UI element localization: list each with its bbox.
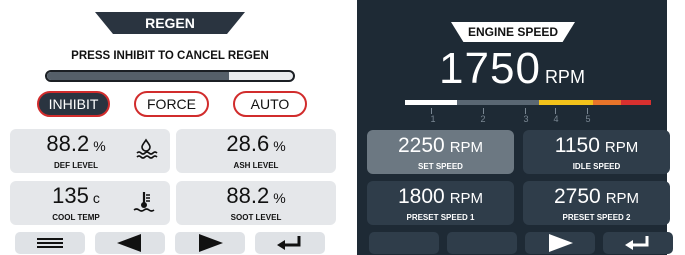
- enter-icon: [625, 236, 649, 250]
- regen-panel: REGEN PRESS INHIBIT TO CANCEL REGEN INHI…: [0, 0, 340, 255]
- soot-level-value: 88.2: [226, 183, 270, 208]
- left-arrow-button[interactable]: [95, 232, 165, 254]
- engine-rpm-unit: RPM: [544, 67, 585, 87]
- soot-level-tile[interactable]: 88.2% SOOT LEVEL: [176, 181, 336, 225]
- ash-level-value: 28.6: [226, 131, 270, 156]
- preset-speed-2-label: PRESET SPEED 2: [562, 213, 631, 222]
- ash-level-label: ASH LEVEL: [233, 161, 279, 170]
- rpm-gauge-label-1: 1: [430, 114, 436, 124]
- set-speed-value: 2250: [397, 134, 445, 157]
- enter-icon: [277, 236, 301, 250]
- rpm-gauge-caution-zone: [539, 100, 593, 105]
- def-level-label: DEF LEVEL: [53, 161, 98, 170]
- regen-title: REGEN: [95, 12, 245, 34]
- soot-level-unit: %: [273, 190, 286, 206]
- set-speed-label: SET SPEED: [418, 162, 463, 171]
- cool-temp-value: 135: [52, 183, 89, 208]
- ash-level-tile[interactable]: 28.6% ASH LEVEL: [176, 129, 336, 173]
- def-level-unit: %: [93, 138, 106, 154]
- preset-speed-1-value: 1800: [397, 185, 445, 208]
- coolant-temp-icon: [133, 192, 155, 212]
- idle-speed-label: IDLE SPEED: [572, 162, 621, 171]
- preset-speed-1-unit: RPM: [449, 190, 484, 207]
- menu-button[interactable]: [15, 232, 85, 254]
- idle-speed-unit: RPM: [604, 139, 639, 156]
- preset-speed-2-tile[interactable]: 2750 RPM PRESET SPEED 2: [523, 181, 670, 225]
- preset-speed-2-unit: RPM: [605, 190, 640, 207]
- engine-rpm-readout: 1750 RPM: [357, 44, 667, 94]
- engine-speed-title: ENGINE SPEED: [451, 22, 575, 42]
- engine-nav-button-1[interactable]: [369, 232, 439, 254]
- set-speed-tile[interactable]: 2250 RPM SET SPEED: [367, 130, 514, 174]
- engine-right-arrow-button[interactable]: [525, 232, 595, 254]
- rpm-gauge-label-2: 2: [480, 114, 486, 124]
- idle-speed-tile[interactable]: 1150 RPM IDLE SPEED: [523, 130, 670, 174]
- enter-button[interactable]: [255, 232, 325, 254]
- right-arrow-icon: [549, 234, 573, 252]
- regen-progress-bar: [45, 70, 295, 82]
- preset-speed-1-label: PRESET SPEED 1: [406, 213, 475, 222]
- soot-level-label: SOOT LEVEL: [230, 213, 282, 222]
- engine-speed-panel: ENGINE SPEED 1750 RPM 1 2 3 4 5 2250 RPM S…: [357, 0, 673, 255]
- engine-rpm-value: 1750: [439, 44, 541, 93]
- force-button[interactable]: FORCE: [134, 91, 209, 117]
- preset-speed-1-tile[interactable]: 1800 RPM PRESET SPEED 1: [367, 181, 514, 225]
- rpm-gauge-fill: [405, 100, 457, 105]
- menu-icon: [37, 238, 63, 248]
- right-arrow-button[interactable]: [175, 232, 245, 254]
- preset-speed-2-value: 2750: [553, 185, 601, 208]
- right-arrow-icon: [199, 234, 223, 252]
- rpm-gauge-label-4: 4: [553, 114, 559, 124]
- def-fluid-icon: [136, 138, 158, 159]
- rpm-gauge-label-3: 3: [523, 114, 529, 124]
- inhibit-button[interactable]: INHIBIT: [37, 91, 110, 117]
- left-arrow-icon: [117, 234, 141, 252]
- cool-temp-label: COOL TEMP: [52, 213, 100, 222]
- engine-enter-button[interactable]: [603, 232, 673, 254]
- regen-message: PRESS INHIBIT TO CANCEL REGEN: [71, 50, 269, 62]
- cool-temp-tile[interactable]: 135 c COOL TEMP: [10, 181, 170, 225]
- engine-nav-button-2[interactable]: [447, 232, 517, 254]
- cool-temp-unit: c: [92, 190, 100, 206]
- auto-button[interactable]: AUTO: [233, 91, 307, 117]
- rpm-gauge-danger-zone: [621, 100, 651, 105]
- set-speed-unit: RPM: [449, 139, 484, 156]
- ash-level-unit: %: [273, 138, 286, 154]
- rpm-gauge-label-5: 5: [585, 114, 591, 124]
- def-level-tile[interactable]: 88.2% DEF LEVEL: [10, 129, 170, 173]
- rpm-gauge-normal-zone: [457, 100, 539, 105]
- idle-speed-value: 1150: [554, 134, 600, 157]
- rpm-bar-gauge: 1 2 3 4 5: [405, 100, 651, 126]
- regen-progress-fill: [47, 72, 230, 80]
- rpm-gauge-warn-zone: [593, 100, 621, 105]
- def-level-value: 88.2: [46, 131, 90, 156]
